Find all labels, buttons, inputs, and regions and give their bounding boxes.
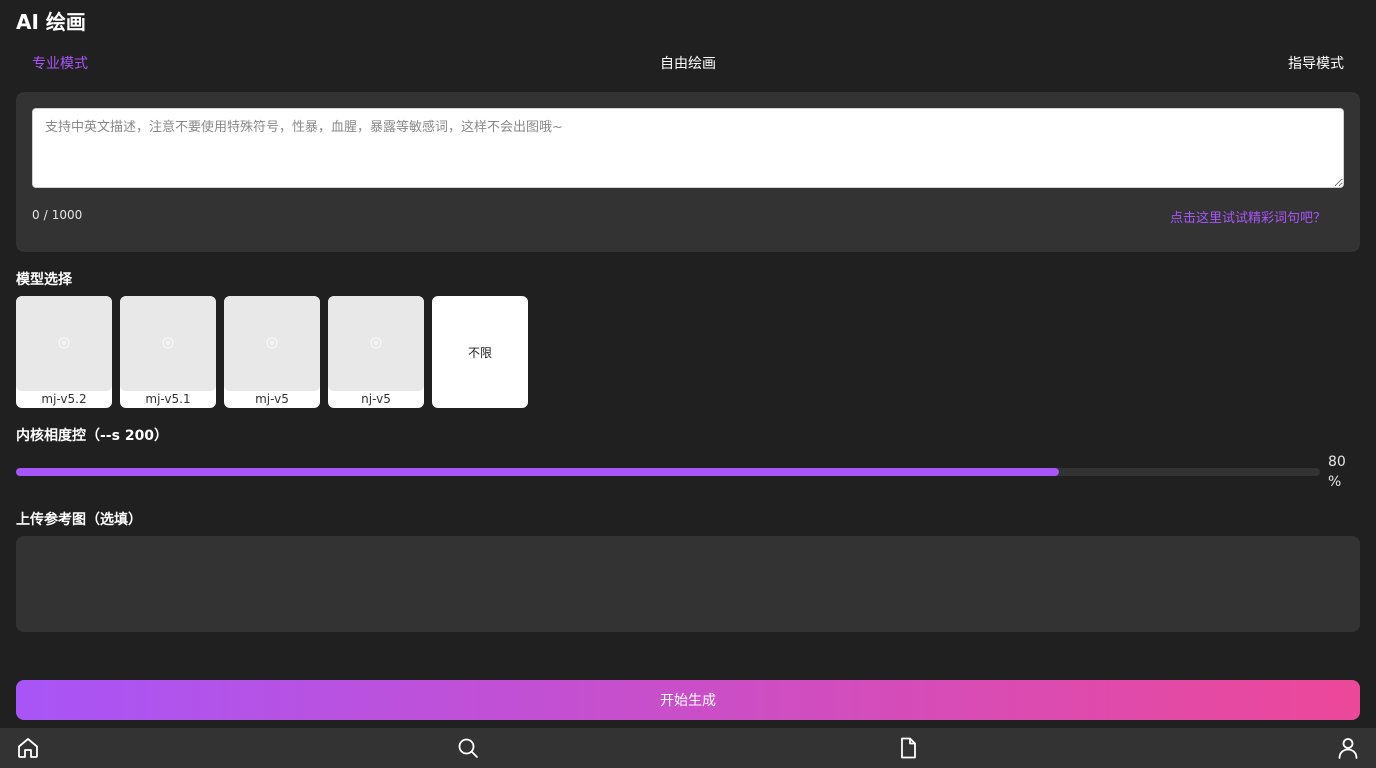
model-thumbnail bbox=[16, 296, 112, 391]
char-count-separator: / bbox=[43, 208, 48, 222]
prompt-input[interactable] bbox=[32, 108, 1344, 188]
mode-tabs: 专业模式 自由绘画 指导模式 bbox=[16, 54, 1360, 76]
search-icon bbox=[458, 738, 478, 758]
generate-button[interactable]: 开始生成 bbox=[16, 680, 1360, 720]
stylize-slider-fill bbox=[16, 468, 1060, 476]
stylize-slider[interactable] bbox=[16, 468, 1320, 476]
upload-section-label: 上传参考图（选填） bbox=[16, 512, 142, 528]
page-title: AI 绘画 bbox=[16, 10, 86, 34]
tab-free-drawing[interactable]: 自由绘画 bbox=[660, 54, 716, 74]
document-icon bbox=[901, 737, 916, 759]
model-name: mj-v5.2 bbox=[41, 392, 87, 406]
model-name: nj-v5 bbox=[361, 392, 391, 406]
nav-search[interactable] bbox=[456, 736, 480, 760]
image-placeholder-icon bbox=[370, 337, 382, 349]
model-name: mj-v5 bbox=[255, 392, 289, 406]
nav-profile[interactable] bbox=[1336, 736, 1360, 760]
stylize-value-unit: % bbox=[1328, 474, 1342, 490]
tab-guide-mode[interactable]: 指导模式 bbox=[1288, 54, 1344, 74]
char-count-current: 0 bbox=[32, 208, 40, 222]
char-count-limit: 1000 bbox=[51, 208, 83, 222]
stylize-section-label: 内核相度控（--s 200） bbox=[16, 428, 169, 444]
model-card-nj-v5[interactable]: nj-v5 bbox=[328, 296, 424, 408]
model-card-mj-v5-2[interactable]: mj-v5.2 bbox=[16, 296, 112, 408]
stylize-value-number: 80 bbox=[1328, 454, 1346, 470]
model-unlimited-label: 不限 bbox=[467, 345, 492, 360]
user-icon bbox=[1338, 738, 1358, 759]
model-thumbnail bbox=[328, 296, 424, 391]
stylize-value: 80 % bbox=[1328, 452, 1358, 492]
char-counter: 0/1000 bbox=[32, 208, 82, 222]
model-card-mj-v5[interactable]: mj-v5 bbox=[224, 296, 320, 408]
home-icon bbox=[18, 738, 38, 758]
nav-documents[interactable] bbox=[896, 736, 920, 760]
app-root: AI 绘画 专业模式 自由绘画 指导模式 0/1000 点击这里试试精彩词句吧？… bbox=[0, 0, 1376, 768]
bottom-nav bbox=[0, 728, 1376, 768]
image-placeholder-icon bbox=[58, 337, 70, 349]
image-placeholder-icon bbox=[162, 337, 174, 349]
image-placeholder-icon bbox=[266, 337, 278, 349]
model-thumbnail bbox=[224, 296, 320, 391]
model-card-unlimited[interactable]: 不限 bbox=[432, 296, 528, 408]
model-name: mj-v5.1 bbox=[145, 392, 191, 406]
model-card-mj-v5-1[interactable]: mj-v5.1 bbox=[120, 296, 216, 408]
model-selector: mj-v5.2 mj-v5.1 mj-v5 nj-v5 不限 bbox=[16, 296, 536, 408]
prompt-panel: 0/1000 点击这里试试精彩词句吧？ bbox=[16, 92, 1360, 252]
tab-pro-mode[interactable]: 专业模式 bbox=[32, 54, 88, 74]
model-thumbnail bbox=[120, 296, 216, 391]
model-section-label: 模型选择 bbox=[16, 272, 72, 288]
inspiration-link[interactable]: 点击这里试试精彩词句吧？ bbox=[1170, 207, 1326, 226]
nav-home[interactable] bbox=[16, 736, 40, 760]
reference-image-upload[interactable] bbox=[16, 536, 1360, 632]
